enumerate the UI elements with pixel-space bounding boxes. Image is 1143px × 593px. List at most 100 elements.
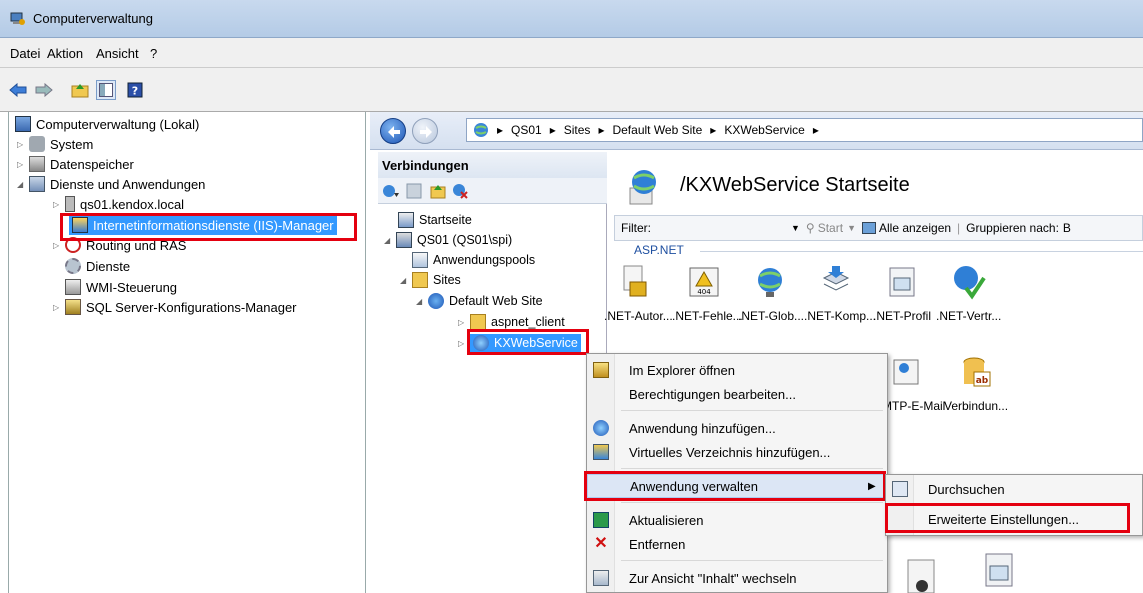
conn-item-qs01[interactable]: ◢ QS01 (QS01\spi) xyxy=(384,230,512,250)
kxwebservice-selected[interactable]: KXWebService xyxy=(470,334,581,352)
start-dropdown-icon[interactable]: ▼ xyxy=(847,223,856,233)
menu-item-add-virtual-directory[interactable]: Virtuelles Verzeichnis hinzufügen... xyxy=(587,440,887,464)
forward-arrow-icon xyxy=(35,83,53,97)
expand-arrow-icon[interactable]: ▷ xyxy=(458,318,470,327)
tree-item-dienste[interactable]: Dienste xyxy=(65,256,130,276)
services-apps-icon xyxy=(29,176,45,192)
menu-item-edit-permissions[interactable]: Berechtigungen bearbeiten... xyxy=(587,382,887,406)
collapse-arrow-icon[interactable]: ◢ xyxy=(384,236,396,245)
conn-item-startseite[interactable]: Startseite xyxy=(398,210,472,230)
menu-item-add-application[interactable]: Anwendung hinzufügen... xyxy=(587,416,887,440)
wmi-icon xyxy=(65,279,81,295)
toolbar: ? xyxy=(0,68,1143,112)
show-all-icon xyxy=(861,222,876,234)
feature-net-authorization[interactable]: .NET-Autor... xyxy=(604,264,673,323)
feature-net-compilation[interactable]: .NET-Komp... xyxy=(804,264,876,323)
up-folder-button[interactable] xyxy=(70,80,90,100)
address-field[interactable]: ▸ QS01 ▸ Sites ▸ Default Web Site ▸ KXWe… xyxy=(466,118,1143,142)
menu-help[interactable]: ? xyxy=(150,46,157,61)
tree-item-system[interactable]: ▷ System xyxy=(17,134,93,154)
help-button[interactable]: ? xyxy=(125,80,145,100)
back-arrow-icon xyxy=(388,126,400,138)
binoculars-icon: ⚲ xyxy=(805,221,815,235)
conn-item-aspnet-client[interactable]: ▷ aspnet_client xyxy=(458,312,565,332)
menu-item-remove[interactable]: ✕ Entfernen xyxy=(587,532,887,556)
tree-item-sql-server[interactable]: ▷ SQL Server-Konfigurations-Manager xyxy=(53,297,297,317)
profile-window-icon xyxy=(889,267,915,297)
computer-icon xyxy=(15,116,31,132)
menu-aktion[interactable]: Aktion xyxy=(47,46,83,61)
explorer-icon xyxy=(593,362,609,378)
filter-dropdown-icon[interactable]: ▼ xyxy=(791,223,800,233)
iis-forward-button[interactable] xyxy=(412,118,438,144)
certificate-icon xyxy=(907,559,935,593)
tree-item-qs01[interactable]: ▷ qs01.kendox.local xyxy=(53,194,184,214)
expand-arrow-icon[interactable]: ▷ xyxy=(458,339,470,348)
collapse-arrow-icon[interactable]: ◢ xyxy=(17,180,29,189)
conn-item-anwendungspools[interactable]: Anwendungspools xyxy=(412,250,535,270)
forward-arrow-icon xyxy=(420,126,432,138)
menu-item-open-explorer[interactable]: Im Explorer öffnen xyxy=(587,358,887,382)
save-icon[interactable] xyxy=(406,183,422,199)
submenu-item-advanced-settings[interactable]: Erweiterte Einstellungen... xyxy=(886,507,1142,531)
tree-item-iis-manager[interactable]: Internetinformationsdienste (IIS)-Manage… xyxy=(69,215,337,235)
conn-item-default-web-site[interactable]: ◢ Default Web Site xyxy=(416,291,543,311)
menu-item-switch-content-view[interactable]: Zur Ansicht "Inhalt" wechseln xyxy=(587,566,887,590)
menu-datei[interactable]: Datei xyxy=(10,46,40,61)
feature-net-trust[interactable]: .NET-Vertr... xyxy=(936,264,1001,323)
back-button[interactable] xyxy=(8,80,28,100)
menu-item-refresh[interactable]: Aktualisieren xyxy=(587,508,887,532)
expand-arrow-icon[interactable]: ▷ xyxy=(53,241,65,250)
connect-icon[interactable] xyxy=(382,183,400,199)
show-all-button[interactable]: Alle anzeigen xyxy=(879,221,951,235)
breadcrumb-sep-icon: ▸ xyxy=(549,123,556,137)
disconnect-icon[interactable] xyxy=(452,183,468,199)
conn-item-kxwebservice[interactable]: ▷ KXWebService xyxy=(458,333,581,353)
breadcrumb-sites[interactable]: Sites xyxy=(564,123,591,137)
collapse-arrow-icon[interactable]: ◢ xyxy=(400,276,412,285)
tree-item-wmi[interactable]: WMI-Steuerung xyxy=(65,277,177,297)
expand-arrow-icon[interactable]: ▷ xyxy=(53,200,65,209)
globe-icon xyxy=(428,293,444,309)
forward-button[interactable] xyxy=(34,80,54,100)
connections-pane: Verbindungen Startseite ◢ QS01 (QS01\spi… xyxy=(378,152,607,593)
svg-text:404: 404 xyxy=(697,288,711,296)
globe-check-icon xyxy=(954,266,986,300)
tree-item-datenspeicher[interactable]: ▷ Datenspeicher xyxy=(17,154,134,174)
gear-icon xyxy=(65,258,81,274)
feature-net-profile[interactable]: .NET-Profil xyxy=(870,264,934,323)
feature-net-globalization[interactable]: .NET-Glob... xyxy=(738,264,804,323)
expand-arrow-icon[interactable]: ▷ xyxy=(53,303,65,312)
virtual-directory-icon xyxy=(593,444,609,460)
group-by-select[interactable]: B xyxy=(1063,221,1071,235)
start-filter-button[interactable]: Start xyxy=(818,221,843,235)
collapse-arrow-icon[interactable]: ◢ xyxy=(416,297,428,306)
tree-item-computerverwaltung[interactable]: Computerverwaltung (Lokal) xyxy=(15,114,199,134)
folder-up-icon[interactable] xyxy=(430,183,446,199)
folder-up-icon xyxy=(71,84,89,98)
feature-connection-strings[interactable]: ab Verbindun... xyxy=(944,354,1008,413)
tree-item-dienste-und-anwendungen[interactable]: ◢ Dienste und Anwendungen xyxy=(17,174,205,194)
window-title: Computerverwaltung xyxy=(33,11,153,26)
iis-back-button[interactable] xyxy=(380,118,406,144)
tree-item-routing[interactable]: ▷ Routing und RAS xyxy=(53,235,186,255)
filter-bar: Filter: ▼ ⚲ Start ▼ Alle anzeigen | Grup… xyxy=(614,215,1143,241)
breadcrumb-default-web-site[interactable]: Default Web Site xyxy=(612,123,702,137)
menu-item-manage-application[interactable]: Anwendung verwalten ▶ xyxy=(587,474,887,498)
show-tree-button[interactable] xyxy=(96,80,116,100)
title-bar: Computerverwaltung xyxy=(0,0,1143,38)
feature-net-error-pages[interactable]: 404 .NET-Fehle... xyxy=(672,264,743,323)
expand-arrow-icon[interactable]: ▷ xyxy=(17,140,29,149)
breadcrumb-kxwebservice[interactable]: KXWebService xyxy=(724,123,804,137)
breadcrumb-qs01[interactable]: QS01 xyxy=(511,123,542,137)
submenu-item-browse[interactable]: Durchsuchen xyxy=(886,477,1142,501)
content-view-icon xyxy=(593,570,609,586)
sql-icon xyxy=(65,299,81,315)
folder-icon xyxy=(412,272,428,288)
menu-bar: Datei Aktion Ansicht ? xyxy=(0,38,1143,68)
svg-text:ab: ab xyxy=(976,376,989,386)
menu-ansicht[interactable]: Ansicht xyxy=(96,46,139,61)
connections-toolbar xyxy=(378,178,607,204)
conn-item-sites[interactable]: ◢ Sites xyxy=(400,270,461,290)
expand-arrow-icon[interactable]: ▷ xyxy=(17,160,29,169)
